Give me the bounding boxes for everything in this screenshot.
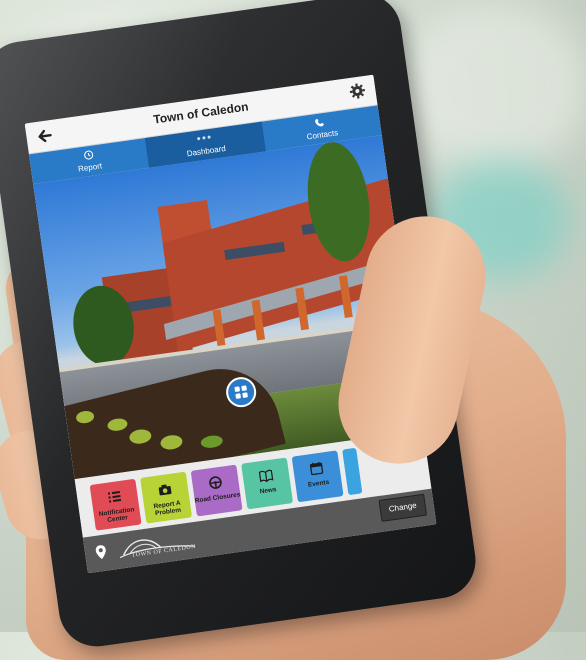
tab-dashboard-label: Dashboard: [186, 144, 226, 158]
phone-icon: [314, 117, 327, 129]
steering-wheel-icon: [208, 475, 224, 491]
tile-events[interactable]: Events: [292, 450, 344, 502]
gear-icon[interactable]: [348, 82, 366, 100]
tile-label: Events: [308, 479, 330, 489]
tile-news[interactable]: News: [241, 457, 293, 509]
change-button[interactable]: Change: [378, 494, 427, 522]
list-icon: [107, 489, 123, 505]
tile-notification-center[interactable]: Notification Center: [90, 479, 142, 531]
tile-label: Report A Problem: [153, 500, 181, 518]
tile-report-a-problem[interactable]: Report A Problem: [140, 472, 192, 524]
dots-icon: ●●●: [196, 134, 213, 143]
tile-road-closures[interactable]: Road Closures: [191, 465, 243, 517]
calendar-icon: [309, 461, 325, 477]
tile-more[interactable]: [342, 448, 362, 496]
tile-label: Road Closures: [194, 491, 240, 504]
background-blur: [400, 0, 586, 170]
clock-icon: [82, 149, 95, 161]
tab-report-label: Report: [78, 161, 103, 173]
tile-label: News: [259, 486, 277, 495]
book-icon: [258, 468, 274, 484]
tile-label: Notification Center: [98, 506, 134, 524]
location-pin-icon: [94, 543, 108, 561]
tab-contacts-label: Contacts: [306, 128, 339, 141]
camera-icon: [157, 482, 173, 498]
